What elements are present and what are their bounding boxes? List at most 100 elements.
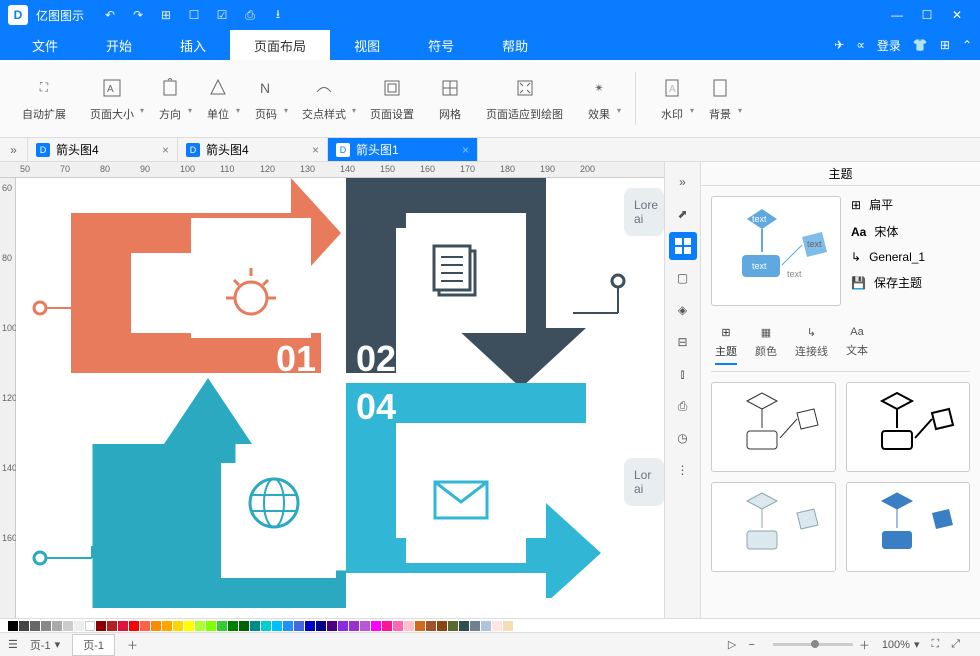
- menu-page-layout[interactable]: 页面布局: [230, 30, 330, 60]
- color-swatch[interactable]: [382, 621, 392, 631]
- layers-icon[interactable]: ◈: [669, 296, 697, 324]
- zoom-out-button[interactable]: −: [748, 639, 754, 651]
- collapse-ribbon-icon[interactable]: ⌃: [962, 38, 972, 52]
- page-list-icon[interactable]: ☰: [8, 638, 18, 651]
- document-tab[interactable]: D箭头图1×: [328, 138, 478, 161]
- fit-width-button[interactable]: ⛶: [931, 638, 939, 651]
- color-swatch[interactable]: [437, 621, 447, 631]
- theme-tab-color[interactable]: ▦颜色: [755, 326, 777, 365]
- theme-opt-flat[interactable]: ⊞扁平: [851, 196, 925, 213]
- ribbon-jump-style[interactable]: 交点样式▾: [290, 66, 358, 131]
- zoom-slider[interactable]: [773, 643, 853, 646]
- export-button[interactable]: ⭳: [266, 3, 290, 27]
- color-swatch[interactable]: [492, 621, 502, 631]
- ribbon-grid[interactable]: 网格: [426, 66, 474, 131]
- color-swatch[interactable]: [503, 621, 513, 631]
- color-swatch[interactable]: [272, 621, 282, 631]
- ribbon-orientation[interactable]: 方向▾: [146, 66, 194, 131]
- image-icon[interactable]: ▢: [669, 264, 697, 292]
- save-button[interactable]: ☑: [210, 3, 234, 27]
- color-swatch[interactable]: [74, 621, 84, 631]
- more-icon[interactable]: ⋮: [669, 456, 697, 484]
- close-icon[interactable]: ×: [462, 143, 469, 157]
- play-button[interactable]: ▷: [728, 638, 736, 651]
- chart-icon[interactable]: ⫾: [669, 360, 697, 388]
- color-swatch[interactable]: [250, 621, 260, 631]
- ribbon-effects[interactable]: ✴︎效果▾: [575, 66, 623, 131]
- color-swatch[interactable]: [206, 621, 216, 631]
- color-swatch[interactable]: [338, 621, 348, 631]
- color-swatch[interactable]: [393, 621, 403, 631]
- theme-icon[interactable]: [669, 232, 697, 260]
- zoom-in-button[interactable]: ＋: [859, 637, 870, 653]
- color-swatch[interactable]: [129, 621, 139, 631]
- share-icon[interactable]: ∝: [856, 38, 865, 52]
- send-icon[interactable]: ✈: [834, 38, 844, 52]
- close-icon[interactable]: ×: [162, 143, 169, 157]
- save-panel-icon[interactable]: ⎙: [669, 392, 697, 420]
- pointer-icon[interactable]: ⬈: [669, 200, 697, 228]
- zoom-level[interactable]: 100% ▾: [882, 638, 920, 651]
- text-box-bottom[interactable]: Lor ai: [624, 458, 664, 506]
- menu-file[interactable]: 文件: [8, 30, 82, 60]
- color-swatch[interactable]: [96, 621, 106, 631]
- theme-item[interactable]: [711, 382, 836, 472]
- menu-symbol[interactable]: 符号: [404, 30, 478, 60]
- document-tab[interactable]: D箭头图4×: [178, 138, 328, 161]
- ribbon-unit[interactable]: 单位▾: [194, 66, 242, 131]
- redo-button[interactable]: ↷: [126, 3, 150, 27]
- theme-item[interactable]: [711, 482, 836, 572]
- color-swatch[interactable]: [162, 621, 172, 631]
- color-swatch[interactable]: [261, 621, 271, 631]
- menu-help[interactable]: 帮助: [478, 30, 552, 60]
- ribbon-page-size[interactable]: A页面大小▾: [78, 66, 146, 131]
- theme-preview[interactable]: texttexttexttext: [711, 196, 841, 306]
- color-swatch[interactable]: [217, 621, 227, 631]
- color-swatch[interactable]: [118, 621, 128, 631]
- color-swatch[interactable]: [426, 621, 436, 631]
- color-swatch[interactable]: [85, 621, 95, 631]
- tabstrip-collapse[interactable]: »: [0, 138, 28, 161]
- color-swatch[interactable]: [349, 621, 359, 631]
- align-icon[interactable]: ⊟: [669, 328, 697, 356]
- ribbon-fit-to-drawing[interactable]: 页面适应到绘图: [474, 66, 575, 131]
- ribbon-auto-expand[interactable]: ⛶自动扩展: [10, 66, 78, 131]
- color-swatch[interactable]: [30, 621, 40, 631]
- text-box-top[interactable]: Lore ai: [624, 188, 664, 236]
- panel-collapse-icon[interactable]: »: [669, 168, 697, 196]
- close-button[interactable]: ✕: [942, 3, 972, 27]
- color-swatch[interactable]: [195, 621, 205, 631]
- color-swatch[interactable]: [316, 621, 326, 631]
- apps-icon[interactable]: ⊞: [940, 38, 950, 52]
- color-swatch[interactable]: [19, 621, 29, 631]
- color-swatch[interactable]: [283, 621, 293, 631]
- menu-view[interactable]: 视图: [330, 30, 404, 60]
- theme-item[interactable]: [846, 382, 971, 472]
- color-swatch[interactable]: [107, 621, 117, 631]
- color-swatch[interactable]: [294, 621, 304, 631]
- page-tab[interactable]: 页-1: [72, 634, 115, 656]
- ribbon-page-number[interactable]: N页码▾: [242, 66, 290, 131]
- color-swatch[interactable]: [63, 621, 73, 631]
- color-swatch[interactable]: [415, 621, 425, 631]
- fullscreen-button[interactable]: ⤢: [951, 638, 960, 651]
- add-page-button[interactable]: ＋: [127, 637, 138, 653]
- page-selector[interactable]: 页-1 ▾: [30, 637, 60, 653]
- theme-opt-save[interactable]: 💾保存主题: [851, 274, 925, 291]
- menu-insert[interactable]: 插入: [156, 30, 230, 60]
- color-swatch[interactable]: [327, 621, 337, 631]
- color-swatch[interactable]: [52, 621, 62, 631]
- color-swatch[interactable]: [41, 621, 51, 631]
- color-swatch[interactable]: [8, 621, 18, 631]
- color-swatch[interactable]: [140, 621, 150, 631]
- color-swatch[interactable]: [448, 621, 458, 631]
- canvas[interactable]: 01 02 03: [16, 178, 664, 618]
- menu-home[interactable]: 开始: [82, 30, 156, 60]
- color-swatch[interactable]: [184, 621, 194, 631]
- close-icon[interactable]: ×: [312, 143, 319, 157]
- new-button[interactable]: ⊞: [154, 3, 178, 27]
- ribbon-watermark[interactable]: A水印▾: [648, 66, 696, 131]
- tshirt-icon[interactable]: 👕: [913, 38, 928, 52]
- theme-tab-theme[interactable]: ⊞主题: [715, 326, 737, 365]
- color-swatch[interactable]: [228, 621, 238, 631]
